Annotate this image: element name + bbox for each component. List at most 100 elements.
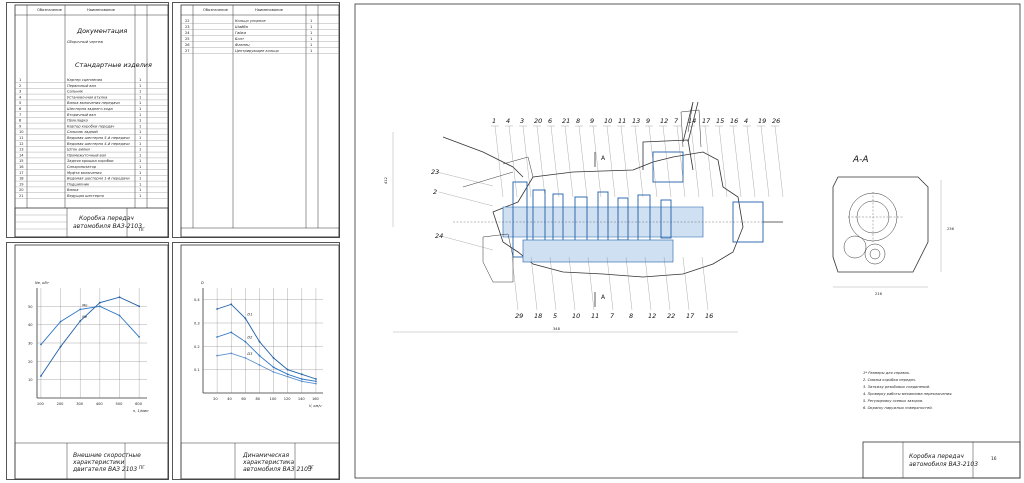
callout-bottom-label: 5 <box>553 312 557 320</box>
spec1-row-pos: 6 <box>19 107 22 111</box>
spec1-row-pos: 3 <box>19 90 21 94</box>
callout-leader <box>536 125 546 198</box>
callout-leader <box>620 125 630 198</box>
data-point <box>300 380 303 383</box>
spec1-row-pos: 10 <box>19 130 24 134</box>
callout-top-label: 12 <box>660 117 668 125</box>
spec1-row-name: Сальник <box>67 90 84 94</box>
callout-leader <box>625 256 633 311</box>
spec2-row-qty: 1 <box>310 25 312 29</box>
y-tick-label: 50 <box>28 305 33 309</box>
callout-top-label: 19 <box>758 117 766 125</box>
callout-top-label: 8 <box>576 117 580 125</box>
spec2-row-pos: 25 <box>185 37 190 41</box>
data-point <box>244 357 247 359</box>
assembly-title: Коробка передач автомобиля ВАЗ-2103 <box>909 453 978 468</box>
callout-bottom-label: 7 <box>610 312 615 320</box>
section-aa-title: А-А <box>852 155 869 165</box>
spec2-col-designation: Обозначение <box>203 8 229 12</box>
y-tick-label: 30 <box>28 342 33 346</box>
callout-top-label: 1 <box>492 117 496 125</box>
spec-sheet-1: Обозначение Наименование Документация Сб… <box>6 2 169 238</box>
x-tick-label: 80 <box>255 397 260 401</box>
series-line <box>40 296 140 377</box>
callout-top-label: 3 <box>520 117 524 125</box>
callout-leader <box>634 125 644 198</box>
callout-bottom-label: 12 <box>648 312 656 320</box>
spec1-col-name: Наименование <box>87 8 116 12</box>
series-label: D3 <box>247 352 253 356</box>
chart-plot: 100 200 300 400 500 600 10 20 30 40 50 n, 1/мин Ne, … <box>28 281 149 413</box>
spec1-row-name: Шестерня заднего хода <box>67 107 113 111</box>
callout-bottom-label: 10 <box>572 312 580 320</box>
gearbox-housing <box>442 101 783 283</box>
callout-leader <box>704 125 714 198</box>
spec2-row-pos: 22 <box>185 19 190 23</box>
spec2-row-pos: 23 <box>185 25 190 29</box>
callout-leader <box>438 191 494 207</box>
callout-top-label: 16 <box>730 117 738 125</box>
callout-top-label: 4 <box>744 117 748 125</box>
spec1-row-pos: 5 <box>19 101 21 105</box>
data-point <box>138 335 141 338</box>
callout-top-label: 17 <box>702 117 711 125</box>
spec1-row-qty: 1 <box>139 90 141 94</box>
spec1-row-qty: 1 <box>139 107 141 111</box>
data-point <box>315 380 317 383</box>
spec2-row-name: Шайба <box>235 25 248 29</box>
x-tick-label: 100 <box>37 402 45 406</box>
data-point <box>315 382 317 385</box>
spec1-row-name: Муфта включения <box>67 171 102 175</box>
spec1-row-name: Прокладка <box>67 119 88 123</box>
section-mark-top: А <box>601 155 606 162</box>
spec1-row-name: Задняя крышка коробки <box>67 159 114 163</box>
data-point <box>138 305 141 308</box>
callout-leader <box>436 171 494 187</box>
callout-leader <box>690 125 700 198</box>
assembly-sheet: 16 <box>991 456 997 462</box>
callout-top-label: 9 <box>590 117 594 125</box>
callout-leader <box>644 256 652 311</box>
spec2-row-qty: 1 <box>310 31 312 35</box>
spec1-row-qty: 1 <box>139 148 141 152</box>
data-point <box>286 368 289 371</box>
callout-leader <box>682 256 690 311</box>
data-point <box>300 373 303 376</box>
chart-left-sheet: ПГ <box>139 465 145 471</box>
spec1-row-pos: 19 <box>19 182 24 186</box>
x-axis-label: n, 1/мин <box>133 409 149 413</box>
spec1-row-name: Сальник задний <box>67 130 98 134</box>
section-dim-w: 216 <box>875 292 883 296</box>
assembly-svg: 412 348 А А 1 4 3 20 6 21 8 9 10 11 13 9 12 7 14 17 15 16… <box>354 3 1021 479</box>
callout-left-label: 24 <box>435 232 443 240</box>
spec1-row-name: Ведомая шестерня 5-й передачи <box>67 136 130 140</box>
spec1-row-name: Установочная втулка <box>67 95 107 99</box>
spec1-row-qty: 1 <box>139 119 141 123</box>
chart-sheet-left: Внешние скоростные характеристики двигател… <box>6 242 169 480</box>
callout-bottom-label: 8 <box>629 312 633 320</box>
callout-bottom-label: 17 <box>686 312 695 320</box>
data-point <box>216 308 219 310</box>
callout-leader <box>732 125 742 198</box>
data-point <box>258 340 261 343</box>
spec1-row-qty: 1 <box>139 136 141 140</box>
callout-top-label: 7 <box>674 117 679 125</box>
spec1-section-parts: Стандартные изделия <box>75 61 152 69</box>
callout-top-label: 11 <box>618 117 626 125</box>
x-tick-label: 60 <box>241 397 246 401</box>
callout-leader <box>511 256 519 311</box>
spec1-row-qty: 1 <box>139 113 141 117</box>
spec1-row-name: Вилка <box>67 188 78 192</box>
callout-top-label: 26 <box>772 117 780 125</box>
x-tick-label: 400 <box>96 402 104 406</box>
spec1-row-qty: 1 <box>139 177 141 181</box>
spec1-col-designation: Обозначение <box>37 8 63 12</box>
callout-top-label: 9 <box>646 117 650 125</box>
spec1-row-qty: 1 <box>139 130 141 134</box>
callout-leader <box>676 125 686 198</box>
spec2-col-name: Наименование <box>255 8 284 12</box>
spec1-row-name: Картер коробки передач <box>67 124 114 128</box>
spec1-row-name: Ведомая шестерня 1-й передачи <box>67 177 130 181</box>
spec-sheet-2-graphic: Обозначение Наименование 22 Кольцо упорно… <box>180 4 340 238</box>
spec1-row-pos: 16 <box>19 165 24 169</box>
